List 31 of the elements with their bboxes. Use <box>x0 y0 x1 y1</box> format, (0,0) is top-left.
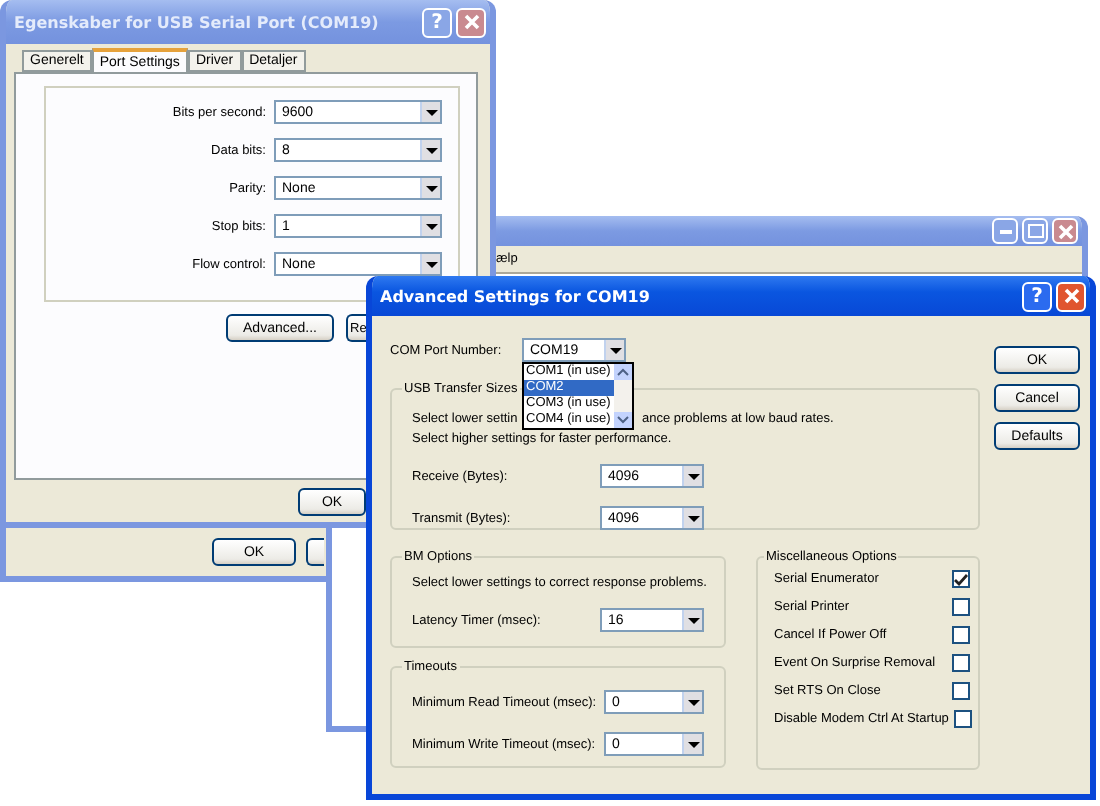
checkbox[interactable] <box>954 710 973 728</box>
scrollbar[interactable] <box>614 364 632 428</box>
dropdown-arrow-icon <box>425 109 437 115</box>
checkbox[interactable] <box>952 626 970 644</box>
window-title: Advanced Settings for COM19 <box>380 287 650 305</box>
checkbox[interactable] <box>952 682 970 700</box>
dropdown-arrow-icon <box>425 185 437 191</box>
maximize-icon <box>1027 224 1043 238</box>
dialog-button[interactable] <box>306 538 324 566</box>
minimize-icon <box>999 229 1011 233</box>
dropdown-arrow-icon <box>425 261 437 267</box>
dropdown-arrow-icon <box>687 515 699 521</box>
close-icon <box>463 14 479 30</box>
check-icon <box>954 573 968 585</box>
checkbox[interactable] <box>952 598 970 616</box>
help-button[interactable]: ? <box>1022 281 1052 311</box>
checkbox[interactable] <box>952 570 970 588</box>
close-icon <box>1063 288 1079 304</box>
dropdown-arrow-icon <box>425 223 437 229</box>
dropdown-arrow-icon <box>687 741 699 747</box>
dropdown-arrow-icon <box>687 699 699 705</box>
window-title: Egenskaber for USB Serial Port (COM19) <box>14 13 379 31</box>
dropdown-arrow-icon <box>609 347 621 353</box>
dropdown-arrow-icon <box>687 473 699 479</box>
close-button[interactable] <box>1056 281 1086 311</box>
close-button[interactable] <box>456 7 486 37</box>
dropdown-arrow-icon <box>425 147 437 153</box>
dropdown-arrow-icon <box>687 617 699 623</box>
close-icon <box>1057 223 1073 239</box>
checkbox[interactable] <box>952 654 970 672</box>
close-button[interactable] <box>1052 218 1078 244</box>
